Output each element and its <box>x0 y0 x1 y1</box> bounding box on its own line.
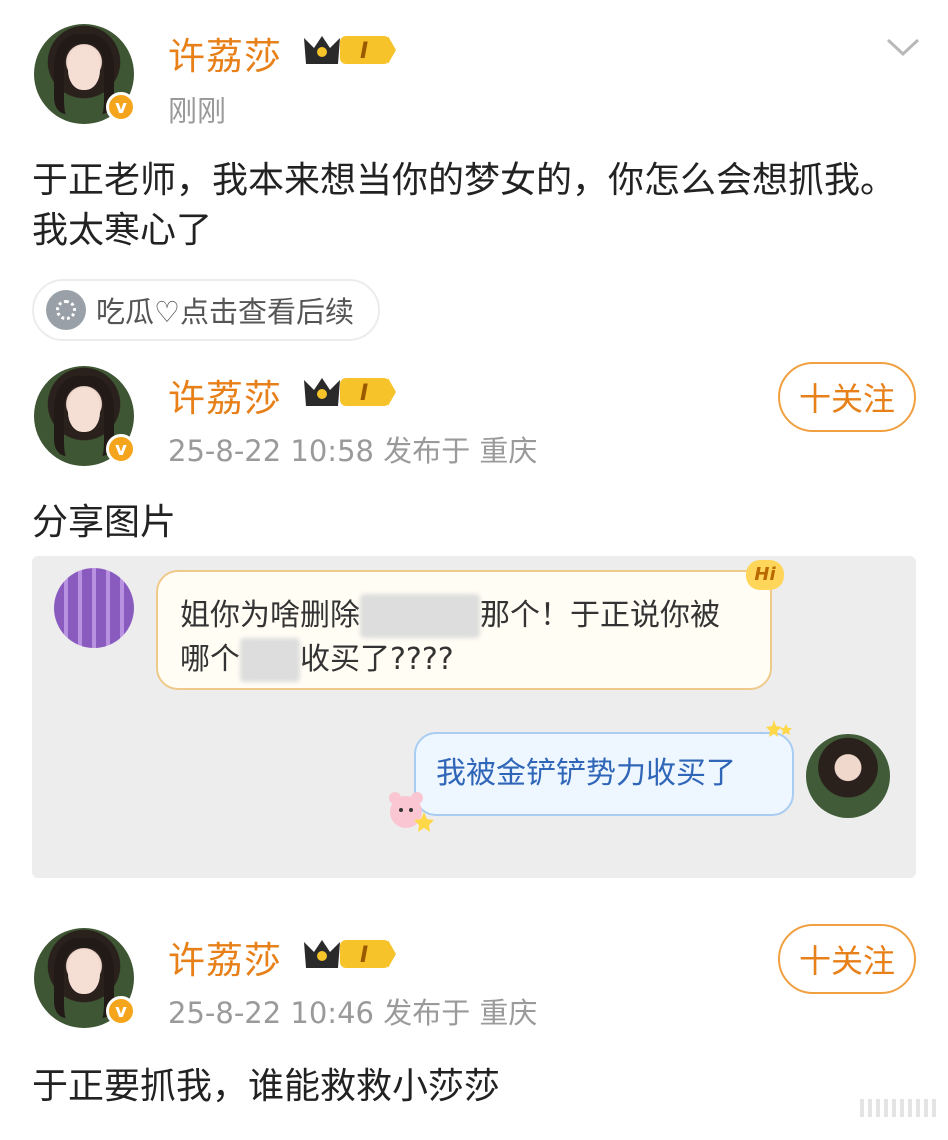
avatar[interactable]: v <box>34 366 136 466</box>
post-time: 25-8-22 10:58 发布于 重庆 <box>168 434 538 468</box>
svg-text:I: I <box>360 381 368 406</box>
crown-icon: I <box>304 378 396 406</box>
post-time: 25-8-22 10:46 发布于 重庆 <box>168 996 538 1030</box>
chat-bubble-incoming: 姐你为啥删除删除删除那个！于正说你被 哪个势力收买了???? Hi <box>156 560 784 690</box>
hi-badge: Hi <box>746 560 784 590</box>
chip-label: 吃瓜♡点击查看后续 <box>96 295 354 329</box>
avatar[interactable]: v <box>34 24 136 124</box>
follow-button[interactable]: 十关注 <box>778 924 916 994</box>
post-text: 分享图片 <box>32 502 177 543</box>
author-name[interactable]: 许荔莎 <box>168 930 282 984</box>
chevron-down-icon[interactable] <box>884 34 922 62</box>
melon-icon <box>46 290 86 330</box>
crown-icon: I <box>304 36 396 64</box>
post-text: 于正老师，我本来想当你的梦女的，你怎么会想抓我。我太寒心了 <box>32 160 897 251</box>
crown-icon: I <box>304 940 396 968</box>
svg-text:I: I <box>360 39 368 64</box>
post-text: 于正要抓我，谁能救救小莎莎 <box>32 1066 501 1107</box>
chat-bubble-outgoing: 我被金铲铲势力收买了 <box>389 720 794 832</box>
author-name[interactable]: 许荔莎 <box>168 368 282 422</box>
verified-icon: v <box>106 996 136 1026</box>
star-icon <box>766 720 792 737</box>
avatar[interactable]: v <box>34 928 136 1028</box>
chat-avatar-self <box>806 734 890 818</box>
watermark-icon <box>860 1099 936 1117</box>
shared-image[interactable]: 姐你为啥删除删除删除那个！于正说你被 哪个势力收买了???? Hi 我被金铲铲势… <box>32 556 916 878</box>
topic-chip[interactable]: 吃瓜♡点击查看后续 <box>32 279 380 341</box>
bear-sticker-icon <box>389 792 434 832</box>
verified-icon: v <box>106 434 136 464</box>
author-name[interactable]: 许荔莎 <box>168 26 282 80</box>
chat-avatar-group <box>54 568 134 648</box>
post-time: 刚刚 <box>168 94 227 128</box>
verified-icon: v <box>106 92 136 122</box>
follow-button[interactable]: 十关注 <box>778 362 916 432</box>
svg-text:I: I <box>360 943 368 968</box>
